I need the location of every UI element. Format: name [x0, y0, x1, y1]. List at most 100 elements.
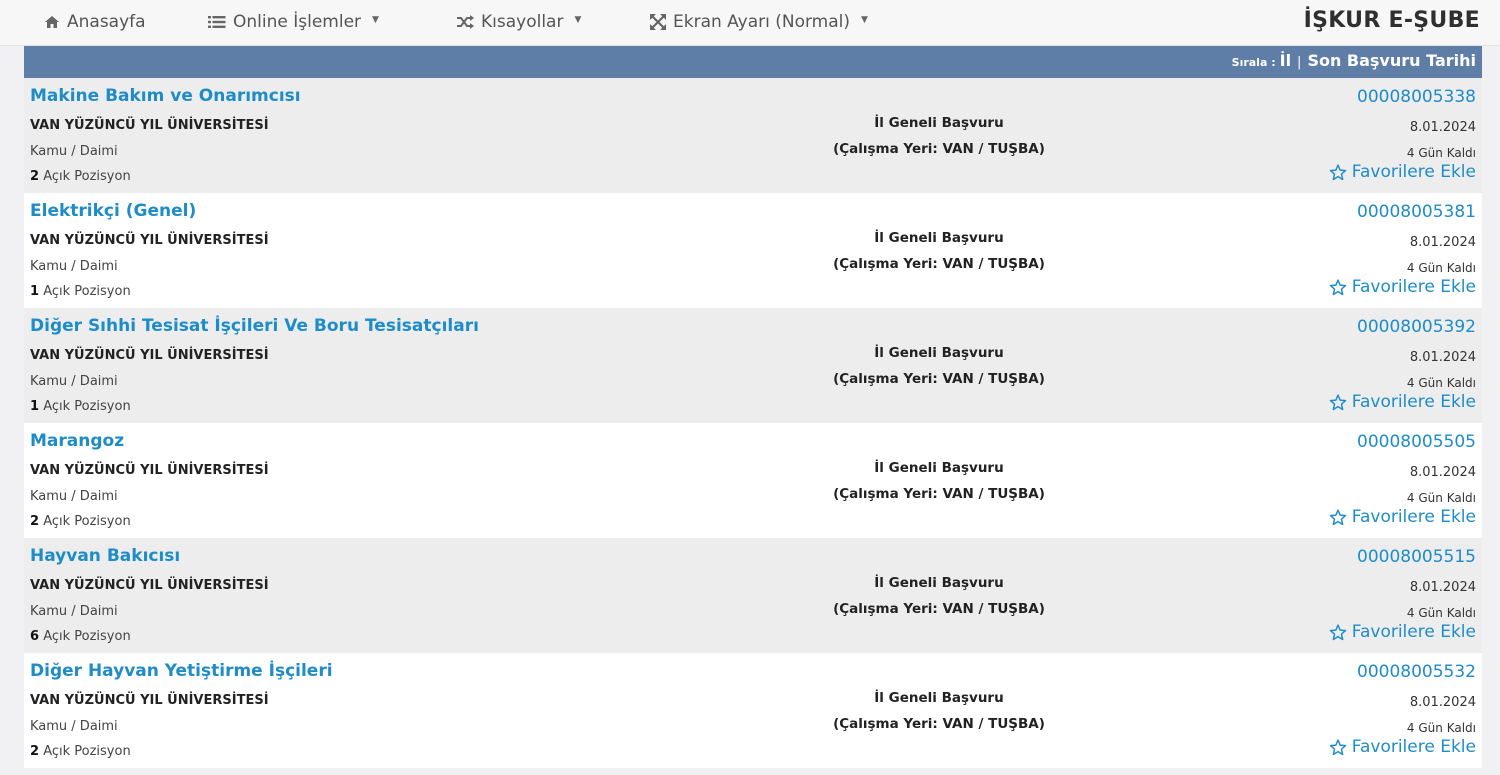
job-row: Diğer Hayvan Yetiştirme İşçileri VAN YÜZ…	[24, 653, 1482, 768]
open-positions: 1 Açık Pozisyon	[30, 399, 131, 414]
employer-name: VAN YÜZÜNCÜ YIL ÜNİVERSİTESİ	[30, 233, 269, 248]
sort-by-date-link[interactable]: Son Başvuru Tarihi	[1307, 51, 1476, 70]
nav-online-islemler[interactable]: Online İşlemler ▼	[208, 12, 379, 32]
position-count-label: Açık Pozisyon	[43, 744, 131, 759]
application-scope: İl Geneli Başvuru	[874, 345, 1004, 361]
star-outline-icon	[1329, 508, 1347, 525]
job-type: Kamu / Daimi	[30, 374, 118, 389]
job-row: Makine Bakım ve Onarımcısı VAN YÜZÜNCÜ Y…	[24, 78, 1482, 193]
position-count: 1	[30, 399, 40, 414]
application-scope: İl Geneli Başvuru	[874, 460, 1004, 476]
deadline-date: 8.01.2024	[1409, 120, 1476, 135]
nav-home[interactable]: Anasayfa	[44, 12, 146, 32]
deadline-date: 8.01.2024	[1409, 235, 1476, 250]
job-title-link[interactable]: Marangoz	[30, 431, 124, 451]
star-outline-icon	[1329, 393, 1347, 410]
job-title-link[interactable]: Hayvan Bakıcısı	[30, 546, 180, 566]
nav-kisayollar[interactable]: Kısayollar ▼	[456, 12, 581, 32]
top-navbar: Anasayfa Online İşlemler ▼ Kısayollar ▼ …	[0, 0, 1500, 46]
work-location: (Çalışma Yeri: VAN / TUŞBA)	[833, 371, 1045, 387]
position-count: 2	[30, 744, 40, 759]
job-title-link[interactable]: Diğer Sıhhi Tesisat İşçileri Ve Boru Tes…	[30, 316, 479, 336]
position-count-label: Açık Pozisyon	[43, 514, 131, 529]
job-code-link[interactable]: 00008005532	[1357, 662, 1476, 682]
employer-name: VAN YÜZÜNCÜ YIL ÜNİVERSİTESİ	[30, 693, 269, 708]
application-scope: İl Geneli Başvuru	[874, 115, 1004, 131]
caret-down-icon: ▼	[574, 15, 582, 25]
job-row: Marangoz VAN YÜZÜNCÜ YIL ÜNİVERSİTESİ Ka…	[24, 423, 1482, 538]
favorites-label: Favorilere Ekle	[1351, 737, 1476, 757]
job-list: Makine Bakım ve Onarımcısı VAN YÜZÜNCÜ Y…	[24, 78, 1482, 768]
open-positions: 1 Açık Pozisyon	[30, 284, 131, 299]
favorites-label: Favorilere Ekle	[1351, 162, 1476, 182]
job-title-link[interactable]: Elektrikçi (Genel)	[30, 201, 196, 221]
work-location: (Çalışma Yeri: VAN / TUŞBA)	[833, 256, 1045, 272]
employer-name: VAN YÜZÜNCÜ YIL ÜNİVERSİTESİ	[30, 463, 269, 478]
deadline-date: 8.01.2024	[1409, 695, 1476, 710]
job-code-link[interactable]: 00008005338	[1357, 87, 1476, 107]
application-scope: İl Geneli Başvuru	[874, 690, 1004, 706]
nav-online-label: Online İşlemler	[233, 12, 362, 32]
add-to-favorites-button[interactable]: Favorilere Ekle	[1329, 162, 1476, 182]
position-count-label: Açık Pozisyon	[43, 284, 131, 299]
open-positions: 2 Açık Pozisyon	[30, 744, 131, 759]
days-remaining: 4 Gün Kaldı	[1406, 261, 1476, 275]
sort-by-il-link[interactable]: İl	[1280, 51, 1291, 70]
sort-bar: Sırala : İl | Son Başvuru Tarihi	[24, 46, 1482, 78]
job-code-link[interactable]: 00008005392	[1357, 317, 1476, 337]
add-to-favorites-button[interactable]: Favorilere Ekle	[1329, 507, 1476, 527]
star-outline-icon	[1329, 163, 1347, 180]
work-location: (Çalışma Yeri: VAN / TUŞBA)	[833, 141, 1045, 157]
open-positions: 2 Açık Pozisyon	[30, 169, 131, 184]
days-remaining: 4 Gün Kaldı	[1406, 606, 1476, 620]
employer-name: VAN YÜZÜNCÜ YIL ÜNİVERSİTESİ	[30, 118, 269, 133]
sort-controls: Sırala : İl | Son Başvuru Tarihi	[1232, 51, 1476, 70]
deadline-date: 8.01.2024	[1409, 580, 1476, 595]
employer-name: VAN YÜZÜNCÜ YIL ÜNİVERSİTESİ	[30, 578, 269, 593]
add-to-favorites-button[interactable]: Favorilere Ekle	[1329, 392, 1476, 412]
work-location: (Çalışma Yeri: VAN / TUŞBA)	[833, 601, 1045, 617]
brand-title[interactable]: İŞKUR E-ŞUBE	[1304, 8, 1480, 33]
job-row: Hayvan Bakıcısı VAN YÜZÜNCÜ YIL ÜNİVERSİ…	[24, 538, 1482, 653]
work-location: (Çalışma Yeri: VAN / TUŞBA)	[833, 716, 1045, 732]
add-to-favorites-button[interactable]: Favorilere Ekle	[1329, 622, 1476, 642]
job-type: Kamu / Daimi	[30, 259, 118, 274]
days-remaining: 4 Gün Kaldı	[1406, 146, 1476, 160]
position-count-label: Açık Pozisyon	[43, 629, 131, 644]
job-title-link[interactable]: Diğer Hayvan Yetiştirme İşçileri	[30, 661, 333, 681]
add-to-favorites-button[interactable]: Favorilere Ekle	[1329, 737, 1476, 757]
favorites-label: Favorilere Ekle	[1351, 277, 1476, 297]
days-remaining: 4 Gün Kaldı	[1406, 721, 1476, 735]
application-scope: İl Geneli Başvuru	[874, 575, 1004, 591]
add-to-favorites-button[interactable]: Favorilere Ekle	[1329, 277, 1476, 297]
deadline-date: 8.01.2024	[1409, 465, 1476, 480]
nav-ekran-ayari[interactable]: Ekran Ayarı (Normal) ▼	[650, 12, 868, 32]
position-count: 1	[30, 284, 40, 299]
sort-separator: |	[1297, 55, 1302, 70]
open-positions: 6 Açık Pozisyon	[30, 629, 131, 644]
job-type: Kamu / Daimi	[30, 489, 118, 504]
favorites-label: Favorilere Ekle	[1351, 392, 1476, 412]
sort-label: Sırala :	[1231, 56, 1276, 69]
nav-home-label: Anasayfa	[67, 12, 146, 32]
shuffle-icon	[457, 15, 474, 29]
deadline-date: 8.01.2024	[1409, 350, 1476, 365]
position-count-label: Açık Pozisyon	[43, 169, 131, 184]
job-code-link[interactable]: 00008005515	[1357, 547, 1476, 567]
open-positions: 2 Açık Pozisyon	[30, 514, 131, 529]
position-count: 2	[30, 514, 40, 529]
job-row: Elektrikçi (Genel) VAN YÜZÜNCÜ YIL ÜNİVE…	[24, 193, 1482, 308]
job-title-link[interactable]: Makine Bakım ve Onarımcısı	[30, 86, 301, 106]
position-count: 6	[30, 629, 40, 644]
caret-down-icon: ▼	[861, 15, 868, 25]
job-type: Kamu / Daimi	[30, 604, 118, 619]
job-code-link[interactable]: 00008005505	[1357, 432, 1476, 452]
days-remaining: 4 Gün Kaldı	[1406, 376, 1476, 390]
job-code-link[interactable]: 00008005381	[1357, 202, 1476, 222]
work-location: (Çalışma Yeri: VAN / TUŞBA)	[833, 486, 1045, 502]
nav-ekran-label: Ekran Ayarı (Normal)	[673, 12, 851, 32]
job-type: Kamu / Daimi	[30, 719, 118, 734]
favorites-label: Favorilere Ekle	[1351, 622, 1476, 642]
star-outline-icon	[1329, 738, 1347, 755]
employer-name: VAN YÜZÜNCÜ YIL ÜNİVERSİTESİ	[30, 348, 269, 363]
